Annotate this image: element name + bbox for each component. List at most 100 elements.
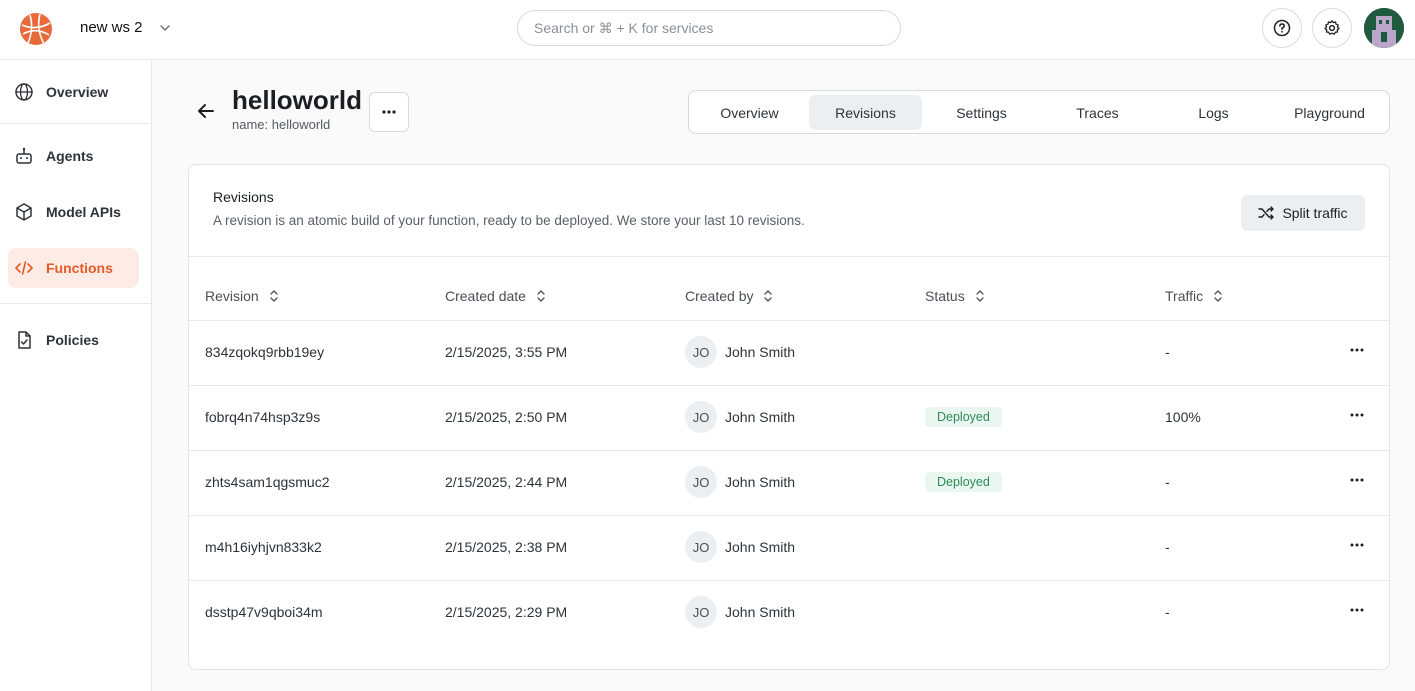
function-tabs: Overview Revisions Settings Traces Logs … bbox=[688, 90, 1390, 134]
revision-id: fobrq4n74hsp3z9s bbox=[205, 409, 321, 425]
function-more-button[interactable] bbox=[369, 92, 409, 132]
sort-icon bbox=[764, 290, 773, 302]
split-traffic-label: Split traffic bbox=[1282, 205, 1348, 221]
logo-icon[interactable] bbox=[18, 11, 54, 47]
search-input[interactable] bbox=[534, 20, 884, 36]
row-more-button[interactable] bbox=[1339, 468, 1375, 492]
page-title: helloworld bbox=[232, 85, 362, 115]
sidebar-item-label: Functions bbox=[46, 260, 113, 276]
avatar-icon bbox=[1364, 8, 1404, 48]
more-horizontal-icon bbox=[1350, 478, 1364, 482]
sidebar-item-functions[interactable]: Functions bbox=[8, 248, 139, 288]
user-initials-avatar: JO bbox=[685, 466, 717, 498]
user-name: John Smith bbox=[725, 604, 796, 620]
sidebar-item-model-apis[interactable]: Model APIs bbox=[8, 192, 139, 232]
column-label: Revision bbox=[205, 288, 259, 304]
card-divider bbox=[189, 256, 1389, 257]
created-date: 2/15/2025, 3:55 PM bbox=[445, 344, 568, 360]
sidebar-item-label: Agents bbox=[46, 148, 94, 164]
table-row[interactable]: 834zqokq9rbb19ey 2/15/2025, 3:55 PM JO J… bbox=[189, 320, 1389, 385]
user-name: John Smith bbox=[725, 474, 796, 490]
row-more-button[interactable] bbox=[1339, 533, 1375, 557]
tab-overview[interactable]: Overview bbox=[693, 95, 806, 130]
card-description: A revision is an atomic build of your fu… bbox=[213, 213, 805, 228]
sidebar-item-overview[interactable]: Overview bbox=[8, 72, 139, 112]
created-date: 2/15/2025, 2:38 PM bbox=[445, 539, 568, 555]
table-row[interactable]: m4h16iyhjvn833k2 2/15/2025, 2:38 PM JO J… bbox=[189, 515, 1389, 580]
chevron-down-icon[interactable] bbox=[157, 20, 173, 36]
robot-icon bbox=[16, 147, 32, 164]
table-row[interactable]: zhts4sam1qgsmuc2 2/15/2025, 2:44 PM JO J… bbox=[189, 450, 1389, 515]
settings-button[interactable] bbox=[1312, 8, 1352, 48]
sidebar: Overview Agents Model APIs Functions Pol… bbox=[0, 60, 152, 691]
globe-icon bbox=[15, 83, 33, 101]
help-button[interactable] bbox=[1262, 8, 1302, 48]
column-label: Created by bbox=[685, 288, 754, 304]
traffic-value: - bbox=[1165, 474, 1170, 490]
column-header-status[interactable]: Status bbox=[925, 288, 987, 304]
more-horizontal-icon bbox=[1350, 608, 1364, 612]
created-by: JO John Smith bbox=[685, 580, 795, 644]
sort-icon bbox=[537, 290, 545, 302]
page-subtitle: name: helloworld bbox=[232, 117, 331, 132]
tab-playground[interactable]: Playground bbox=[1273, 95, 1386, 130]
sidebar-item-label: Model APIs bbox=[46, 204, 121, 220]
tab-traces[interactable]: Traces bbox=[1041, 95, 1154, 130]
status-badge: Deployed bbox=[925, 472, 1002, 492]
tab-logs[interactable]: Logs bbox=[1157, 95, 1270, 130]
created-date: 2/15/2025, 2:50 PM bbox=[445, 409, 568, 425]
gear-icon bbox=[1324, 20, 1340, 35]
cube-icon bbox=[16, 203, 32, 221]
traffic-value: - bbox=[1165, 539, 1170, 555]
column-label: Created date bbox=[445, 288, 526, 304]
user-avatar[interactable] bbox=[1364, 8, 1404, 48]
sidebar-item-label: Policies bbox=[46, 332, 99, 348]
revision-id: 834zqokq9rbb19ey bbox=[205, 344, 325, 360]
document-icon bbox=[18, 331, 31, 349]
sidebar-item-agents[interactable]: Agents bbox=[8, 136, 139, 176]
sidebar-divider bbox=[0, 123, 151, 124]
column-header-created-date[interactable]: Created date bbox=[445, 288, 548, 304]
more-horizontal-icon bbox=[1350, 543, 1364, 547]
table-row[interactable]: fobrq4n74hsp3z9s 2/15/2025, 2:50 PM JO J… bbox=[189, 385, 1389, 450]
tab-revisions[interactable]: Revisions bbox=[809, 95, 922, 130]
split-traffic-button[interactable]: Split traffic bbox=[1241, 195, 1365, 231]
revision-id: zhts4sam1qgsmuc2 bbox=[205, 474, 330, 490]
status-badge: Deployed bbox=[925, 407, 1002, 427]
traffic-value: - bbox=[1165, 604, 1170, 620]
table-row[interactable]: dsstp47v9qboi34m 2/15/2025, 2:29 PM JO J… bbox=[189, 580, 1389, 645]
column-header-traffic[interactable]: Traffic bbox=[1165, 288, 1225, 304]
workspace-name[interactable]: new ws 2 bbox=[80, 19, 143, 36]
revision-id: m4h16iyhjvn833k2 bbox=[205, 539, 322, 555]
user-initials-avatar: JO bbox=[685, 336, 717, 368]
row-more-button[interactable] bbox=[1339, 403, 1375, 427]
created-by: JO John Smith bbox=[685, 515, 795, 579]
column-label: Status bbox=[925, 288, 965, 304]
column-header-created-by[interactable]: Created by bbox=[685, 288, 775, 304]
sidebar-item-label: Overview bbox=[46, 84, 109, 100]
sort-icon bbox=[1214, 290, 1222, 302]
traffic-value: 100% bbox=[1165, 409, 1201, 425]
more-horizontal-icon bbox=[1350, 348, 1364, 352]
created-by: JO John Smith bbox=[685, 450, 795, 514]
back-arrow-icon[interactable] bbox=[194, 99, 218, 123]
row-more-button[interactable] bbox=[1339, 598, 1375, 622]
help-icon bbox=[1273, 19, 1291, 37]
sidebar-item-policies[interactable]: Policies bbox=[8, 320, 139, 360]
user-initials-avatar: JO bbox=[685, 401, 717, 433]
column-header-revision[interactable]: Revision bbox=[205, 288, 281, 304]
user-name: John Smith bbox=[725, 344, 796, 360]
row-more-button[interactable] bbox=[1339, 338, 1375, 362]
code-icon bbox=[15, 261, 33, 275]
search-bar[interactable] bbox=[517, 10, 901, 46]
tab-settings[interactable]: Settings bbox=[925, 95, 1038, 130]
shuffle-icon bbox=[1258, 206, 1275, 220]
created-by: JO John Smith bbox=[685, 385, 795, 449]
more-horizontal-icon bbox=[1350, 413, 1364, 417]
sidebar-divider bbox=[0, 303, 151, 304]
more-horizontal-icon bbox=[382, 110, 396, 114]
created-date: 2/15/2025, 2:29 PM bbox=[445, 604, 568, 620]
revisions-card: Revisions A revision is an atomic build … bbox=[188, 164, 1390, 670]
card-title: Revisions bbox=[213, 189, 274, 205]
created-by: JO John Smith bbox=[685, 320, 795, 384]
